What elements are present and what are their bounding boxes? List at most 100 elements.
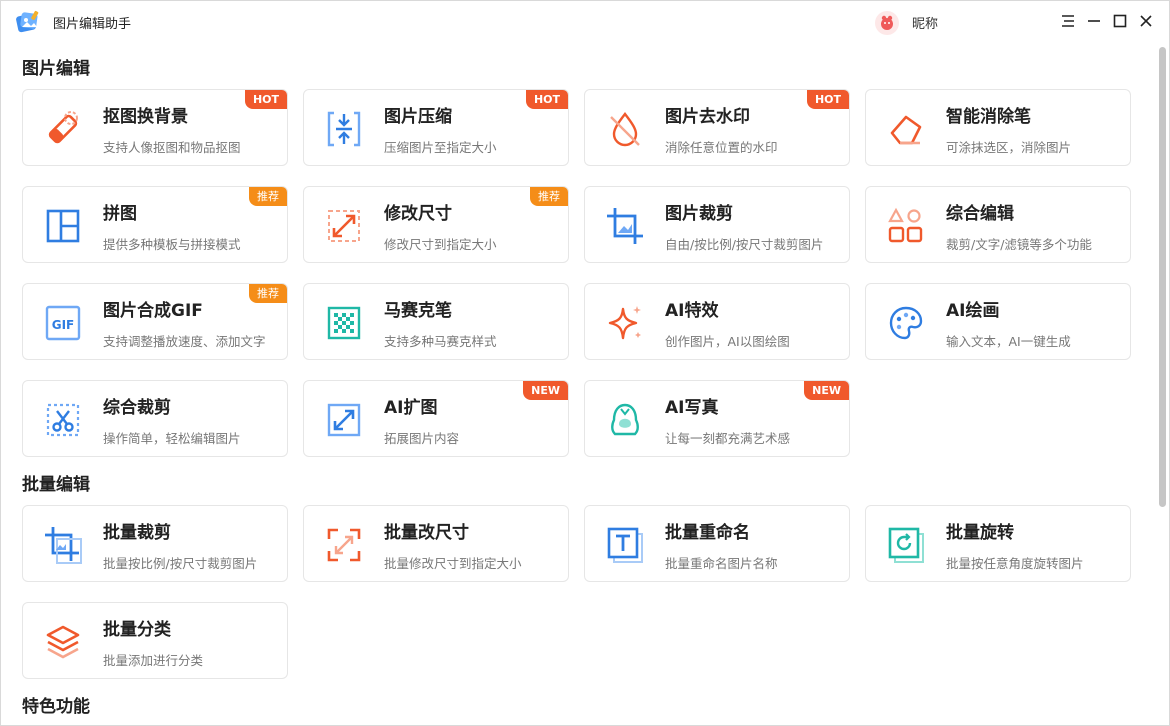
card-desc: 批量按任意角度旋转图片 bbox=[946, 556, 1084, 571]
card-title: AI写真 bbox=[665, 398, 719, 418]
hot-badge: HOT bbox=[244, 90, 287, 109]
card-desc: 支持调整播放速度、添加文字 bbox=[103, 334, 266, 349]
card-title: 批量重命名 bbox=[665, 523, 750, 543]
card-title: 批量改尺寸 bbox=[384, 523, 469, 543]
card-desc: 支持人像抠图和物品抠图 bbox=[103, 140, 241, 155]
menu-icon[interactable] bbox=[1059, 12, 1077, 30]
user-name[interactable]: 昵称 bbox=[912, 13, 938, 32]
layers-icon bbox=[46, 625, 80, 659]
new-badge: NEW bbox=[804, 381, 849, 400]
card-title: 图片压缩 bbox=[384, 107, 452, 127]
card-gif[interactable]: GIF 图片合成GIF 支持调整播放速度、添加文字 推荐 bbox=[22, 283, 288, 360]
card-desc: 可涂抹选区，消除图片 bbox=[946, 140, 1072, 155]
card-title: 图片去水印 bbox=[665, 107, 750, 127]
batch-resize-icon bbox=[327, 528, 361, 562]
card-desc: 创作图片，AI以图绘图 bbox=[665, 334, 790, 349]
recommend-badge: 推荐 bbox=[249, 284, 287, 303]
card-title: AI绘画 bbox=[946, 301, 1000, 321]
card-title: 综合编辑 bbox=[946, 204, 1014, 224]
shapes-icon bbox=[888, 207, 923, 243]
card-desc: 批量添加进行分类 bbox=[103, 653, 204, 668]
card-batch-classify[interactable]: 批量分类 批量添加进行分类 bbox=[22, 602, 288, 679]
compress-icon bbox=[327, 111, 361, 147]
card-desc: 批量重命名图片名称 bbox=[665, 556, 778, 571]
card-title: 修改尺寸 bbox=[384, 204, 452, 224]
card-desc: 提供多种模板与拼接模式 bbox=[103, 237, 241, 252]
expand-icon bbox=[327, 403, 361, 437]
card-remove-watermark[interactable]: 图片去水印 消除任意位置的水印 HOT bbox=[584, 89, 850, 166]
minimize-icon[interactable] bbox=[1085, 12, 1103, 30]
card-general-crop[interactable]: 综合裁剪 操作简单，轻松编辑图片 bbox=[22, 380, 288, 457]
card-batch-rename[interactable]: 批量重命名 批量重命名图片名称 bbox=[584, 505, 850, 582]
card-general-edit[interactable]: 综合编辑 裁剪/文字/滤镜等多个功能 bbox=[865, 186, 1131, 263]
card-compress[interactable]: 图片压缩 压缩图片至指定大小 HOT bbox=[303, 89, 569, 166]
hot-badge: HOT bbox=[525, 90, 568, 109]
app-title: 图片编辑助手 bbox=[53, 17, 132, 32]
app-logo-icon bbox=[16, 10, 39, 33]
rename-icon bbox=[607, 527, 643, 563]
palette-icon bbox=[889, 306, 923, 340]
app-window: 图片编辑助手 昵称 图片编辑 抠图换背景 支持人像抠图和物品抠图 HOT 图片压… bbox=[0, 0, 1170, 726]
recommend-badge: 推荐 bbox=[530, 187, 568, 206]
close-icon[interactable] bbox=[1137, 12, 1155, 30]
card-title: 批量分类 bbox=[103, 620, 171, 640]
card-title: 图片合成GIF bbox=[103, 301, 203, 321]
eraser-icon bbox=[48, 111, 78, 144]
card-desc: 消除任意位置的水印 bbox=[665, 140, 778, 155]
section-title-image-edit: 图片编辑 bbox=[22, 59, 90, 79]
card-desc: 支持多种马赛克样式 bbox=[384, 334, 497, 349]
collage-icon bbox=[46, 209, 80, 243]
card-title: 智能消除笔 bbox=[946, 107, 1031, 127]
card-desc: 操作简单，轻松编辑图片 bbox=[103, 431, 241, 446]
card-title: AI特效 bbox=[665, 301, 719, 321]
resize-icon bbox=[328, 210, 360, 242]
card-title: 批量旋转 bbox=[946, 523, 1014, 543]
scissors-icon bbox=[46, 403, 80, 437]
card-title: 拼图 bbox=[103, 204, 137, 224]
avatar-icon bbox=[881, 15, 893, 30]
gif-icon: GIF bbox=[45, 305, 81, 341]
card-resize[interactable]: 修改尺寸 修改尺寸到指定大小 推荐 bbox=[303, 186, 569, 263]
sparkle-icon bbox=[608, 306, 641, 340]
main-content: 图片编辑 抠图换背景 支持人像抠图和物品抠图 HOT 图片压缩 压缩图片至指定大… bbox=[1, 43, 1157, 725]
card-desc: 批量修改尺寸到指定大小 bbox=[384, 556, 522, 571]
card-batch-resize[interactable]: 批量改尺寸 批量修改尺寸到指定大小 bbox=[303, 505, 569, 582]
card-desc: 让每一刻都充满艺术感 bbox=[665, 431, 791, 446]
card-title: 马赛克笔 bbox=[384, 301, 452, 321]
card-batch-crop[interactable]: 批量裁剪 批量按比例/按尺寸裁剪图片 bbox=[22, 505, 288, 582]
section-title-special-features: 特色功能 bbox=[22, 697, 90, 717]
svg-text:GIF: GIF bbox=[52, 318, 75, 332]
card-ai-portrait[interactable]: AI写真 让每一刻都充满艺术感 NEW bbox=[584, 380, 850, 457]
recommend-badge: 推荐 bbox=[249, 187, 287, 206]
user-avatar[interactable] bbox=[875, 11, 899, 35]
card-title: AI扩图 bbox=[384, 398, 438, 418]
portrait-icon bbox=[611, 403, 639, 436]
card-smart-eraser[interactable]: 智能消除笔 可涂抹选区，消除图片 bbox=[865, 89, 1131, 166]
card-ai-painting[interactable]: AI绘画 输入文本，AI一键生成 bbox=[865, 283, 1131, 360]
card-cutout-background[interactable]: 抠图换背景 支持人像抠图和物品抠图 HOT bbox=[22, 89, 288, 166]
card-mosaic[interactable]: 马赛克笔 支持多种马赛克样式 bbox=[303, 283, 569, 360]
card-collage[interactable]: 拼图 提供多种模板与拼接模式 推荐 bbox=[22, 186, 288, 263]
card-desc: 拓展图片内容 bbox=[384, 431, 460, 446]
new-badge: NEW bbox=[523, 381, 568, 400]
card-title: 抠图换背景 bbox=[103, 107, 188, 127]
card-title: 图片裁剪 bbox=[665, 204, 733, 224]
card-desc: 修改尺寸到指定大小 bbox=[384, 237, 497, 252]
rotate-icon bbox=[888, 527, 924, 563]
maximize-icon[interactable] bbox=[1111, 12, 1129, 30]
card-batch-rotate[interactable]: 批量旋转 批量按任意角度旋转图片 bbox=[865, 505, 1131, 582]
card-desc: 裁剪/文字/滤镜等多个功能 bbox=[946, 237, 1092, 252]
no-water-drop-icon bbox=[610, 112, 640, 147]
card-title: 批量裁剪 bbox=[103, 523, 171, 543]
crop-icon bbox=[607, 208, 643, 244]
card-desc: 自由/按比例/按尺寸裁剪图片 bbox=[665, 237, 824, 252]
section-title-batch-edit: 批量编辑 bbox=[22, 475, 90, 495]
card-desc: 输入文本，AI一键生成 bbox=[946, 334, 1071, 349]
batch-crop-icon bbox=[45, 527, 82, 564]
card-crop[interactable]: 图片裁剪 自由/按比例/按尺寸裁剪图片 bbox=[584, 186, 850, 263]
scrollbar-thumb[interactable] bbox=[1159, 47, 1166, 507]
hot-badge: HOT bbox=[806, 90, 849, 109]
card-ai-effects[interactable]: AI特效 创作图片，AI以图绘图 bbox=[584, 283, 850, 360]
eraser-pen-icon bbox=[890, 115, 922, 145]
card-ai-expand[interactable]: AI扩图 拓展图片内容 NEW bbox=[303, 380, 569, 457]
